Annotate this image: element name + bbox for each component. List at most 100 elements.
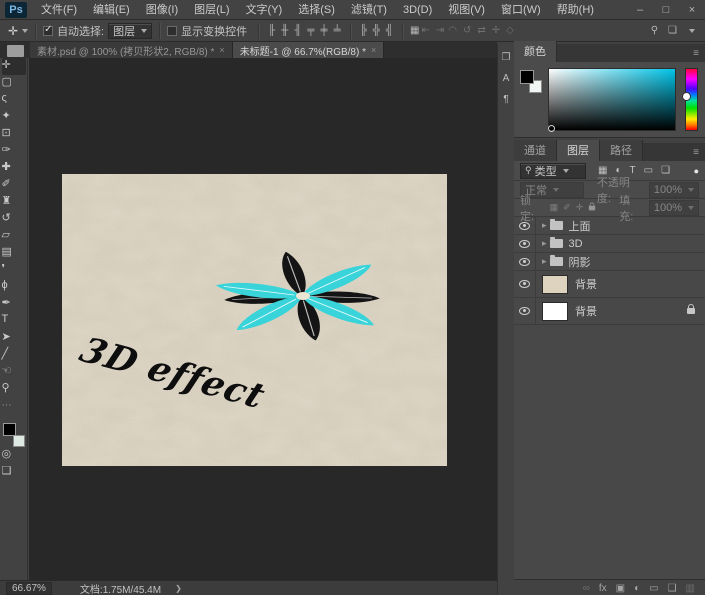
chevron-down-icon[interactable] (22, 29, 28, 33)
distribute-right-icon[interactable]: ╣ (386, 25, 393, 36)
visibility-toggle[interactable] (514, 235, 536, 252)
tab-color[interactable]: 颜色 (514, 41, 557, 62)
visibility-toggle[interactable] (514, 271, 536, 297)
layer-row-group-top[interactable]: ▸ 上面 (514, 217, 705, 235)
character-panel-icon[interactable]: A (503, 73, 510, 84)
quick-mask-icon[interactable]: ◎ (2, 447, 26, 464)
close-button[interactable]: × (679, 0, 705, 20)
3d-orbit-icon[interactable]: ◠ (448, 25, 457, 36)
zoom-level-field[interactable]: 66.67% (6, 582, 52, 595)
align-center-h-icon[interactable]: ╫ (281, 25, 288, 36)
pen-tool[interactable]: ✒ (2, 296, 26, 313)
history-panel-icon[interactable]: ❐ (502, 52, 511, 63)
marquee-tool[interactable]: ▢ (2, 75, 26, 92)
menu-3d[interactable]: 3D(D) (395, 0, 440, 20)
maximize-button[interactable]: □ (653, 0, 679, 20)
fill-dropdown[interactable]: 100% (649, 200, 699, 216)
document-tab-sucai[interactable]: 素材.psd @ 100% (拷贝形状2, RGB/8) * × (30, 42, 233, 58)
layer-row-background-copy[interactable]: 背景 (514, 271, 705, 298)
auto-select-checkbox[interactable] (43, 26, 53, 36)
move-tool[interactable]: ✛ (2, 58, 26, 75)
align-top-icon[interactable]: ╤ (307, 25, 314, 36)
dodge-tool[interactable]: ϕ (2, 279, 26, 296)
saturation-brightness-field[interactable] (548, 68, 676, 131)
layer-filter-dropdown[interactable]: ⚲ 类型 (520, 163, 586, 179)
status-expand-icon[interactable]: ❯ (175, 584, 182, 593)
hue-slider[interactable] (685, 68, 698, 131)
disclosure-triangle-icon[interactable]: ▸ (542, 220, 547, 231)
align-left-icon[interactable]: ╟ (268, 25, 275, 36)
visibility-toggle[interactable] (514, 217, 536, 234)
layer-mask-icon[interactable]: ▣ (616, 583, 625, 594)
panel-menu-icon[interactable]: ≡ (687, 48, 705, 62)
visibility-toggle[interactable] (514, 298, 536, 324)
background-color-swatch[interactable] (13, 435, 25, 447)
document-canvas[interactable]: 3D effect (62, 174, 447, 466)
layer-style-icon[interactable]: fx (599, 583, 607, 594)
clone-stamp-tool[interactable]: ♜ (2, 194, 26, 211)
quick-select-tool[interactable]: ✦ (2, 109, 26, 126)
distribute-center-icon[interactable]: ╬ (373, 25, 380, 36)
layer-row-group-3d[interactable]: ▸ 3D (514, 235, 705, 253)
lock-position-icon[interactable]: ✛ (576, 202, 584, 213)
shape-tool[interactable]: ╱ (2, 347, 26, 364)
disclosure-triangle-icon[interactable]: ▸ (542, 256, 547, 267)
menu-select[interactable]: 选择(S) (290, 0, 343, 20)
lock-transparent-pixels-icon[interactable]: ▦ (550, 202, 559, 213)
align-right-icon[interactable]: ╢ (294, 25, 301, 36)
menu-help[interactable]: 帮助(H) (549, 0, 602, 20)
menu-edit[interactable]: 编辑(E) (85, 0, 138, 20)
foreground-color-swatch[interactable] (3, 423, 16, 436)
menu-image[interactable]: 图像(I) (138, 0, 186, 20)
filter-shape-layers-icon[interactable]: ▭ (644, 165, 653, 176)
new-layer-icon[interactable]: ❑ (668, 583, 677, 594)
screen-mode-icon[interactable]: ❏ (2, 464, 26, 481)
grid-icon[interactable]: ▦ (410, 25, 419, 36)
history-brush-tool[interactable]: ↺ (2, 211, 26, 228)
crop-tool[interactable]: ⊡ (2, 126, 26, 143)
foreground-color-swatch[interactable] (520, 70, 534, 84)
menu-window[interactable]: 窗口(W) (493, 0, 549, 20)
show-transform-checkbox[interactable] (167, 26, 177, 36)
tab-channels[interactable]: 通道 (514, 140, 557, 161)
menu-filter[interactable]: 滤镜(T) (343, 0, 395, 20)
3d-scale-icon[interactable]: ◇ (506, 25, 514, 36)
delete-layer-icon[interactable]: ▥ (686, 583, 695, 594)
path-select-tool[interactable]: ➤ (2, 330, 26, 347)
close-icon[interactable]: × (371, 45, 376, 55)
lock-all-icon[interactable] (589, 205, 595, 210)
distribute-left-icon[interactable]: ╠ (360, 25, 367, 36)
edit-toolbar-icon[interactable]: ⋯ (2, 400, 26, 417)
healing-brush-tool[interactable]: ✚ (2, 160, 26, 177)
3d-slide-icon[interactable]: ✛ (492, 25, 500, 36)
disclosure-triangle-icon[interactable]: ▸ (542, 238, 547, 249)
type-tool[interactable]: T (2, 313, 26, 330)
zoom-tool[interactable]: ⚲ (2, 381, 26, 398)
3d-roll-icon[interactable]: ↺ (463, 25, 471, 36)
close-icon[interactable]: × (219, 45, 224, 55)
panel-menu-icon[interactable]: ≡ (687, 147, 705, 161)
filter-toggle-icon[interactable]: ● (694, 166, 699, 176)
minimize-button[interactable]: – (627, 0, 653, 20)
layer-row-group-shadow[interactable]: ▸ 阴影 (514, 253, 705, 271)
align-center-v-icon[interactable]: ╪ (321, 25, 328, 36)
filter-smart-objects-icon[interactable]: ❏ (661, 165, 670, 176)
snap-left-icon[interactable]: ⇤ (421, 25, 429, 36)
menu-layer[interactable]: 图层(L) (186, 0, 237, 20)
menu-view[interactable]: 视图(V) (440, 0, 493, 20)
link-layers-icon[interactable]: ∞ (583, 583, 590, 594)
eyedropper-tool[interactable]: ✑ (2, 143, 26, 160)
document-tab-untitled[interactable]: 未标题-1 @ 66.7%(RGB/8) * × (233, 42, 385, 58)
layer-row-background[interactable]: 背景 (514, 298, 705, 325)
gradient-tool[interactable]: ▤ (2, 245, 26, 262)
brush-tool[interactable]: ✐ (2, 177, 26, 194)
eraser-tool[interactable]: ▱ (2, 228, 26, 245)
paragraph-panel-icon[interactable]: ¶ (503, 94, 508, 105)
auto-select-dropdown[interactable]: 图层 (108, 23, 152, 39)
snap-right-icon[interactable]: ⇥ (436, 25, 444, 36)
hue-slider-marker[interactable] (683, 93, 690, 100)
blur-tool[interactable]: ❜ (2, 262, 26, 279)
lasso-tool[interactable]: ς (2, 92, 26, 109)
adjustment-layer-icon[interactable]: ◐ (634, 583, 640, 594)
hand-tool[interactable]: ☜ (2, 364, 26, 381)
